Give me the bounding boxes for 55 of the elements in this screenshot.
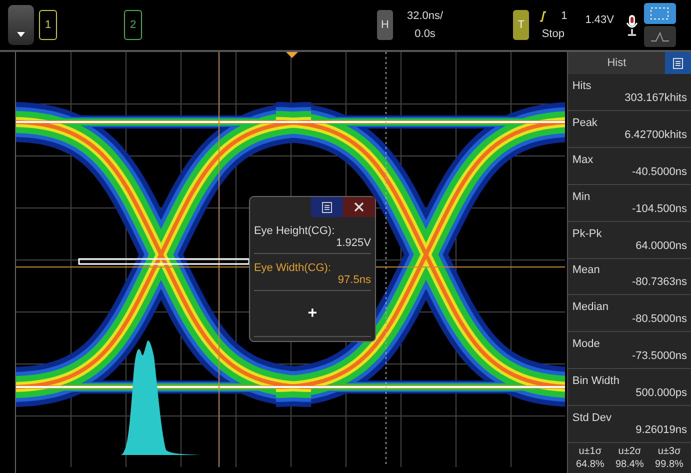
sigma-label: u±1σ bbox=[578, 446, 603, 458]
caret-icon bbox=[17, 32, 25, 37]
trigger-level: 1.43V bbox=[585, 14, 614, 26]
measurement-label[interactable]: Eye Height(CG): bbox=[254, 225, 371, 237]
stat-label: Hits bbox=[572, 80, 592, 92]
stat-value: 9.26019ns bbox=[634, 424, 687, 436]
stat-value: 64.0000ns bbox=[634, 240, 687, 252]
stat-label: Mode bbox=[572, 338, 601, 350]
stat-value: -73.5000ns bbox=[630, 350, 687, 362]
add-measurement-button[interactable]: + bbox=[254, 291, 371, 337]
sigma-label: u±3σ bbox=[656, 446, 682, 458]
close-button[interactable] bbox=[342, 197, 375, 217]
waveform-icon bbox=[650, 30, 670, 42]
list-icon bbox=[322, 202, 332, 212]
measurement-value: 1.925V bbox=[254, 237, 371, 254]
close-icon bbox=[354, 202, 364, 212]
sigma-value: 99.8% bbox=[654, 459, 684, 470]
stat-label: Median bbox=[572, 301, 610, 314]
stat-label: Bin Width bbox=[572, 375, 620, 388]
stat-label: Pk-Pk bbox=[572, 228, 603, 240]
panel-title: Hist bbox=[606, 57, 628, 69]
sigma-label: u±2σ bbox=[617, 446, 642, 458]
trigger-source: 1 bbox=[561, 10, 568, 22]
stat-label: Min bbox=[572, 190, 592, 203]
stat-value: 303.167khits bbox=[624, 92, 687, 104]
channel-button[interactable]: 1 bbox=[39, 10, 57, 40]
horizontal-button[interactable]: H bbox=[377, 10, 393, 40]
stat-value: 500.000ps bbox=[634, 387, 687, 400]
time-delay: 0.0s bbox=[414, 28, 436, 40]
list-icon bbox=[673, 58, 683, 68]
stat-value: 6.42700khits bbox=[624, 128, 687, 141]
measurement-label[interactable]: Eye Width(CG): bbox=[254, 262, 371, 274]
measurement-value: 97.5ns bbox=[254, 274, 371, 291]
stat-label: Max bbox=[572, 154, 594, 166]
sigma-value: 98.4% bbox=[614, 459, 645, 470]
channel-button[interactable]: 2 bbox=[124, 10, 142, 40]
stat-label: Mean bbox=[572, 264, 601, 276]
menu-button[interactable] bbox=[310, 197, 343, 217]
stat-value: -104.500ns bbox=[630, 202, 687, 215]
microphone-icon[interactable] bbox=[626, 14, 638, 36]
zoom-box-button[interactable] bbox=[644, 3, 676, 24]
stat-label: Std Dev bbox=[572, 412, 612, 424]
sigma-value: 64.8% bbox=[574, 459, 606, 470]
stat-value: -80.5000ns bbox=[630, 313, 687, 326]
trigger-marker-icon bbox=[286, 52, 298, 58]
draw-button[interactable] bbox=[644, 26, 676, 47]
menu-button[interactable] bbox=[665, 52, 691, 74]
stat-value: -80.7363ns bbox=[630, 276, 687, 288]
menu-button[interactable] bbox=[8, 5, 34, 45]
run-status: Stop bbox=[542, 28, 564, 40]
dashed-box-icon bbox=[650, 6, 670, 20]
stat-value: -40.5000ns bbox=[630, 166, 687, 178]
time-scale: 32.0ns/ bbox=[407, 10, 444, 22]
rising-edge-icon bbox=[539, 10, 548, 22]
stat-label: Peak bbox=[572, 116, 598, 129]
